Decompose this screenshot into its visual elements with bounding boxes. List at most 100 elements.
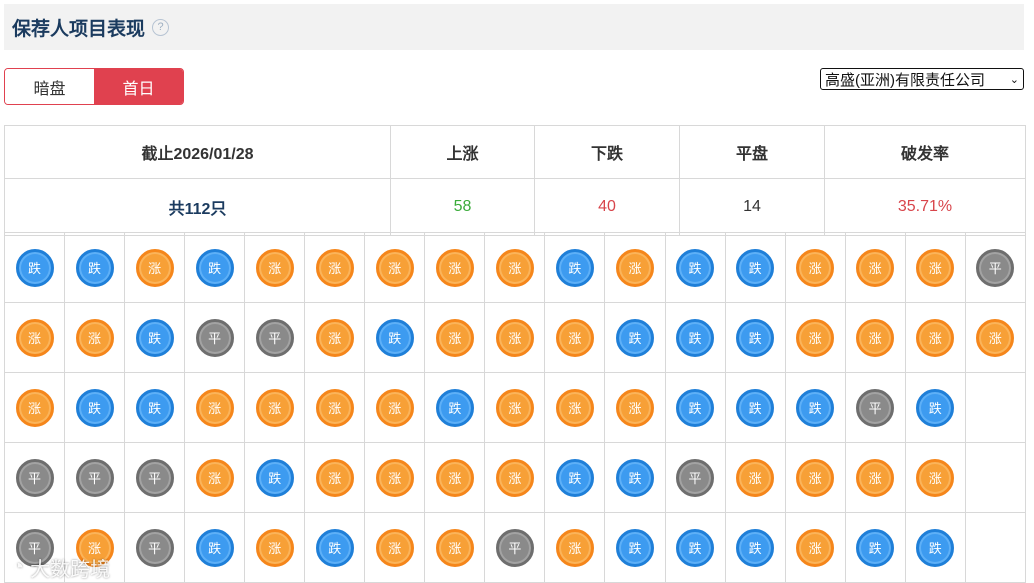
watermark: ◔ 大数跨境 [12, 553, 110, 582]
ipo-result-badge[interactable]: 涨 [195, 388, 234, 427]
ipo-result-badge[interactable]: 涨 [796, 528, 835, 567]
ipo-result-badge[interactable]: 跌 [736, 318, 775, 357]
ipo-result-badge[interactable]: 涨 [315, 318, 354, 357]
ipo-result-badge[interactable]: 跌 [856, 528, 895, 567]
ipo-result-badge[interactable]: 涨 [15, 388, 54, 427]
ipo-result-badge[interactable]: 涨 [796, 248, 835, 287]
ipo-result-badge[interactable]: 跌 [736, 528, 775, 567]
grid-cell: 跌 [545, 233, 606, 303]
ipo-result-badge[interactable]: 涨 [615, 248, 654, 287]
ipo-result-badge[interactable]: 涨 [916, 458, 955, 497]
ipo-result-badge[interactable]: 涨 [375, 528, 414, 567]
ipo-result-badge[interactable]: 涨 [315, 458, 354, 497]
ipo-result-badge[interactable]: 跌 [135, 318, 174, 357]
ipo-result-badge[interactable]: 涨 [435, 248, 474, 287]
ipo-result-badge[interactable]: 跌 [75, 388, 114, 427]
ipo-result-badge[interactable]: 跌 [615, 528, 654, 567]
ipo-result-badge[interactable]: 平 [976, 248, 1015, 287]
summary-flat-count: 14 [679, 178, 825, 236]
ipo-result-badge[interactable]: 涨 [315, 248, 354, 287]
ipo-result-badge[interactable]: 涨 [916, 318, 955, 357]
ipo-result-badge[interactable]: 跌 [615, 458, 654, 497]
ipo-result-badge[interactable]: 跌 [555, 458, 594, 497]
grid-cell: 跌 [665, 233, 726, 303]
ipo-result-badge[interactable]: 涨 [495, 388, 534, 427]
ipo-result-badge[interactable]: 平 [15, 458, 54, 497]
ipo-result-badge[interactable]: 跌 [375, 318, 414, 357]
ipo-result-badge[interactable]: 涨 [856, 458, 895, 497]
ipo-result-badge[interactable]: 跌 [916, 528, 955, 567]
ipo-result-badge[interactable]: 涨 [495, 458, 534, 497]
ipo-result-badge[interactable]: 跌 [195, 528, 234, 567]
ipo-result-badge[interactable]: 涨 [555, 318, 594, 357]
ipo-result-badge[interactable]: 跌 [916, 388, 955, 427]
ipo-result-badge[interactable]: 平 [135, 528, 174, 567]
ipo-result-badge[interactable]: 平 [75, 458, 114, 497]
ipo-result-badge[interactable]: 涨 [75, 318, 114, 357]
tab-dark-pool[interactable]: 暗盘 [5, 69, 94, 104]
ipo-result-badge[interactable]: 跌 [676, 318, 715, 357]
grid-cell: 跌 [365, 303, 426, 373]
ipo-result-badge[interactable]: 跌 [676, 388, 715, 427]
ipo-result-badge[interactable]: 跌 [555, 248, 594, 287]
ipo-result-badge[interactable]: 涨 [615, 388, 654, 427]
grid-cell [965, 373, 1026, 443]
grid-cell: 平 [125, 443, 186, 513]
ipo-result-badge[interactable]: 跌 [796, 388, 835, 427]
ipo-result-badge[interactable]: 跌 [676, 528, 715, 567]
ipo-result-badge[interactable]: 涨 [435, 458, 474, 497]
ipo-result-badge[interactable]: 跌 [315, 528, 354, 567]
ipo-result-badge[interactable]: 平 [195, 318, 234, 357]
ipo-result-badge[interactable]: 涨 [916, 248, 955, 287]
ipo-result-badge[interactable]: 涨 [315, 388, 354, 427]
ipo-result-badge[interactable]: 平 [676, 458, 715, 497]
grid-cell: 跌 [125, 373, 186, 443]
grid-cell: 涨 [185, 443, 246, 513]
ipo-result-badge[interactable]: 平 [495, 528, 534, 567]
ipo-result-badge[interactable]: 跌 [15, 248, 54, 287]
ipo-result-badge[interactable]: 跌 [676, 248, 715, 287]
ipo-result-badge[interactable]: 跌 [736, 388, 775, 427]
ipo-result-badge[interactable]: 涨 [375, 388, 414, 427]
ipo-result-badge[interactable]: 跌 [135, 388, 174, 427]
ipo-result-badge[interactable]: 涨 [15, 318, 54, 357]
ipo-result-badge[interactable]: 涨 [495, 248, 534, 287]
ipo-result-badge[interactable]: 涨 [375, 458, 414, 497]
ipo-result-badge[interactable]: 跌 [736, 248, 775, 287]
ipo-result-badge[interactable]: 涨 [796, 458, 835, 497]
ipo-result-badge[interactable]: 涨 [856, 318, 895, 357]
ipo-result-badge[interactable]: 跌 [435, 388, 474, 427]
ipo-result-badge[interactable]: 平 [856, 388, 895, 427]
ipo-result-badge[interactable]: 涨 [255, 248, 294, 287]
grid-cell: 涨 [425, 443, 486, 513]
ipo-result-badge[interactable]: 涨 [856, 248, 895, 287]
ipo-result-badge[interactable]: 涨 [976, 318, 1015, 357]
ipo-result-badge[interactable]: 涨 [495, 318, 534, 357]
tab-first-day[interactable]: 首日 [94, 69, 183, 104]
ipo-result-badge[interactable]: 涨 [435, 528, 474, 567]
broker-select[interactable]: 高盛(亚洲)有限责任公司 ⌄ [820, 68, 1024, 90]
ipo-result-badge[interactable]: 跌 [615, 318, 654, 357]
grid-cell: 涨 [365, 373, 426, 443]
ipo-result-badge[interactable]: 涨 [195, 458, 234, 497]
ipo-result-badge[interactable]: 涨 [435, 318, 474, 357]
ipo-result-badge[interactable]: 涨 [255, 528, 294, 567]
ipo-result-badge[interactable]: 涨 [796, 318, 835, 357]
ipo-result-badge[interactable]: 平 [255, 318, 294, 357]
grid-cell: 跌 [725, 233, 786, 303]
help-icon[interactable]: ? [152, 18, 170, 36]
ipo-result-badge[interactable]: 跌 [195, 248, 234, 287]
ipo-result-badge[interactable]: 涨 [375, 248, 414, 287]
grid-cell: 跌 [665, 303, 726, 373]
ipo-result-badge[interactable]: 跌 [75, 248, 114, 287]
ipo-result-badge[interactable]: 涨 [555, 528, 594, 567]
grid-cell: 涨 [185, 373, 246, 443]
ipo-result-badge[interactable]: 平 [135, 458, 174, 497]
ipo-result-badge[interactable]: 跌 [255, 458, 294, 497]
ipo-result-badge[interactable]: 涨 [255, 388, 294, 427]
grid-cell: 涨 [905, 443, 966, 513]
ipo-result-badge[interactable]: 涨 [555, 388, 594, 427]
grid-cell: 平 [665, 443, 726, 513]
ipo-result-badge[interactable]: 涨 [736, 458, 775, 497]
ipo-result-badge[interactable]: 涨 [135, 248, 174, 287]
